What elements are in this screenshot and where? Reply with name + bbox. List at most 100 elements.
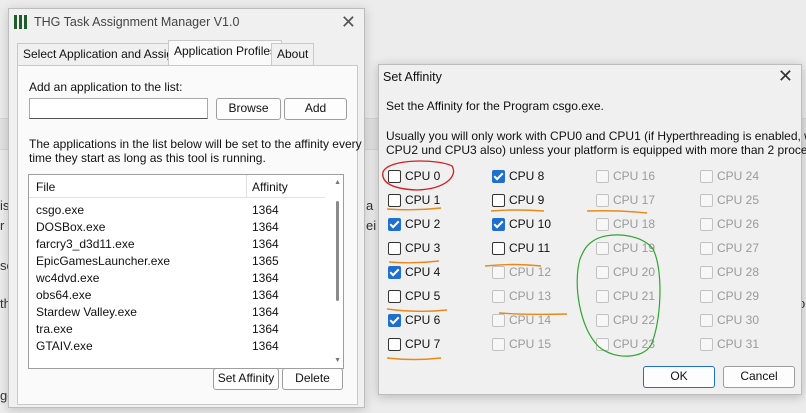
cpu-checkbox: CPU 13 [492, 288, 572, 306]
checkbox-checked-icon[interactable] [492, 170, 505, 183]
cancel-button[interactable]: Cancel [723, 366, 795, 388]
dialog-note: CPU2 und CPU3 also) unless your platform… [386, 143, 806, 157]
list-item[interactable] [29, 354, 325, 368]
list-item[interactable]: obs64.exe 1364 [29, 286, 325, 303]
cpu-checkbox: CPU 17 [596, 192, 676, 210]
background-text: r [0, 218, 5, 233]
cpu-checkbox: CPU 25 [700, 192, 780, 210]
cpu-checkbox-label: CPU 29 [717, 289, 760, 303]
cpu-checkbox[interactable]: CPU 7 [388, 336, 468, 354]
checkbox-icon [492, 338, 505, 351]
cpu-checkbox[interactable]: CPU 9 [492, 192, 572, 210]
cpu-checkbox: CPU 26 [700, 216, 780, 234]
close-icon[interactable]: ✕ [778, 66, 793, 87]
checkbox-icon[interactable] [492, 194, 505, 207]
tab-select-application[interactable]: Select Application and Assign [17, 43, 186, 65]
checkbox-icon [596, 242, 609, 255]
list-item[interactable]: DOSBox.exe 1364 [29, 218, 325, 235]
browse-button[interactable]: Browse [216, 98, 281, 120]
list-header: File Affinity [29, 175, 325, 198]
ok-button[interactable]: OK [643, 366, 715, 388]
list-item[interactable]: wc4dvd.exe 1364 [29, 269, 325, 286]
scroll-up-icon[interactable]: ▲ [334, 179, 341, 186]
cpu-checkbox-label: CPU 14 [509, 313, 552, 327]
checkbox-icon [596, 290, 609, 303]
window-title: THG Task Assignment Manager V1.0 [34, 15, 240, 29]
cpu-checkbox[interactable]: CPU 10 [492, 216, 572, 234]
cpu-checkbox: CPU 12 [492, 264, 572, 282]
checkbox-icon [492, 290, 505, 303]
checkbox-icon[interactable] [388, 338, 401, 351]
cpu-checkbox[interactable]: CPU 5 [388, 288, 468, 306]
cpu-checkbox: CPU 23 [596, 336, 676, 354]
title-bar[interactable]: THG Task Assignment Manager V1.0 ✕ [9, 9, 364, 37]
cpu-checkbox: CPU 28 [700, 264, 780, 282]
cpu-checkbox[interactable]: CPU 1 [388, 192, 468, 210]
checkbox-icon [700, 314, 713, 327]
checkbox-icon [596, 266, 609, 279]
cpu-checkbox[interactable]: CPU 6 [388, 312, 468, 330]
cpu-checkbox: CPU 19 [596, 240, 676, 258]
checkbox-icon[interactable] [388, 242, 401, 255]
cpu-checkbox-label: CPU 19 [613, 241, 656, 255]
checkbox-checked-icon[interactable] [492, 218, 505, 231]
cpu-checkbox[interactable]: CPU 8 [492, 168, 572, 186]
cpu-checkbox[interactable]: CPU 11 [492, 240, 572, 258]
dialog-note: Usually you will only work with CPU0 and… [386, 129, 806, 143]
cpu-checkbox[interactable]: CPU 4 [388, 264, 468, 282]
info-text: time they start as long as this tool is … [29, 151, 266, 165]
list-item[interactable]: GTAIV.exe 1364 [29, 337, 325, 354]
checkbox-checked-icon[interactable] [388, 314, 401, 327]
checkbox-icon [700, 194, 713, 207]
list-item[interactable]: EpicGamesLauncher.exe 1365 [29, 252, 325, 269]
cpu-checkbox-label: CPU 8 [509, 169, 545, 183]
add-button[interactable]: Add [284, 98, 347, 120]
set-affinity-dialog: Set Affinity ✕ Set the Affinity for the … [378, 64, 806, 395]
cpu-checkbox: CPU 21 [596, 288, 676, 306]
checkbox-icon [492, 266, 505, 279]
cpu-checkbox-label: CPU 24 [717, 169, 760, 183]
cpu-checkbox-label: CPU 23 [613, 337, 656, 351]
app-icon [14, 15, 27, 29]
cpu-checkbox[interactable]: CPU 3 [388, 240, 468, 258]
checkbox-icon [492, 314, 505, 327]
cpu-checkbox-label: CPU 16 [613, 169, 656, 183]
checkbox-icon[interactable] [388, 290, 401, 303]
cpu-checkbox-label: CPU 10 [509, 217, 552, 231]
cpu-checkbox-label: CPU 15 [509, 337, 552, 351]
add-application-label: Add an application to the list: [29, 80, 183, 94]
checkbox-icon[interactable] [388, 194, 401, 207]
application-path-input[interactable] [29, 98, 208, 119]
list-item[interactable]: csgo.exe 1364 [29, 201, 325, 218]
background-text: a [366, 198, 374, 213]
list-item[interactable]: farcry3_d3d11.exe 1364 [29, 235, 325, 252]
column-header-file[interactable]: File [36, 180, 55, 194]
cpu-checkbox-label: CPU 13 [509, 289, 552, 303]
delete-button[interactable]: Delete [282, 368, 343, 390]
checkbox-icon[interactable] [388, 170, 401, 183]
checkbox-checked-icon[interactable] [388, 218, 401, 231]
cpu-checkbox-label: CPU 2 [405, 217, 441, 231]
tab-about[interactable]: About [271, 43, 315, 65]
cpu-checkbox-label: CPU 1 [405, 193, 441, 207]
close-icon[interactable]: ✕ [341, 12, 356, 32]
application-list[interactable]: File Affinity csgo.exe 1364 DOSBox.exe 136… [28, 174, 344, 369]
cpu-checkbox: CPU 31 [700, 336, 780, 354]
tab-application-profiles[interactable]: Application Profiles [168, 40, 283, 66]
task-manager-window: THG Task Assignment Manager V1.0 ✕ Selec… [8, 8, 365, 408]
list-item[interactable]: tra.exe 1364 [29, 320, 325, 337]
cpu-checkbox[interactable]: CPU 0 [388, 168, 468, 186]
cpu-checkbox-label: CPU 18 [613, 217, 656, 231]
column-header-affinity[interactable]: Affinity [252, 180, 288, 194]
checkbox-icon [596, 314, 609, 327]
list-item[interactable]: Stardew Valley.exe 1364 [29, 303, 325, 320]
checkbox-checked-icon[interactable] [388, 266, 401, 279]
checkbox-icon [700, 338, 713, 351]
set-affinity-button[interactable]: Set Affinity [213, 368, 279, 390]
cpu-checkbox[interactable]: CPU 2 [388, 216, 468, 234]
cpu-checkbox-label: CPU 11 [509, 241, 551, 255]
checkbox-icon[interactable] [492, 242, 505, 255]
scroll-down-icon[interactable]: ▼ [334, 357, 341, 364]
cpu-checkbox-label: CPU 9 [509, 193, 545, 207]
vertical-scrollbar[interactable] [336, 201, 339, 301]
